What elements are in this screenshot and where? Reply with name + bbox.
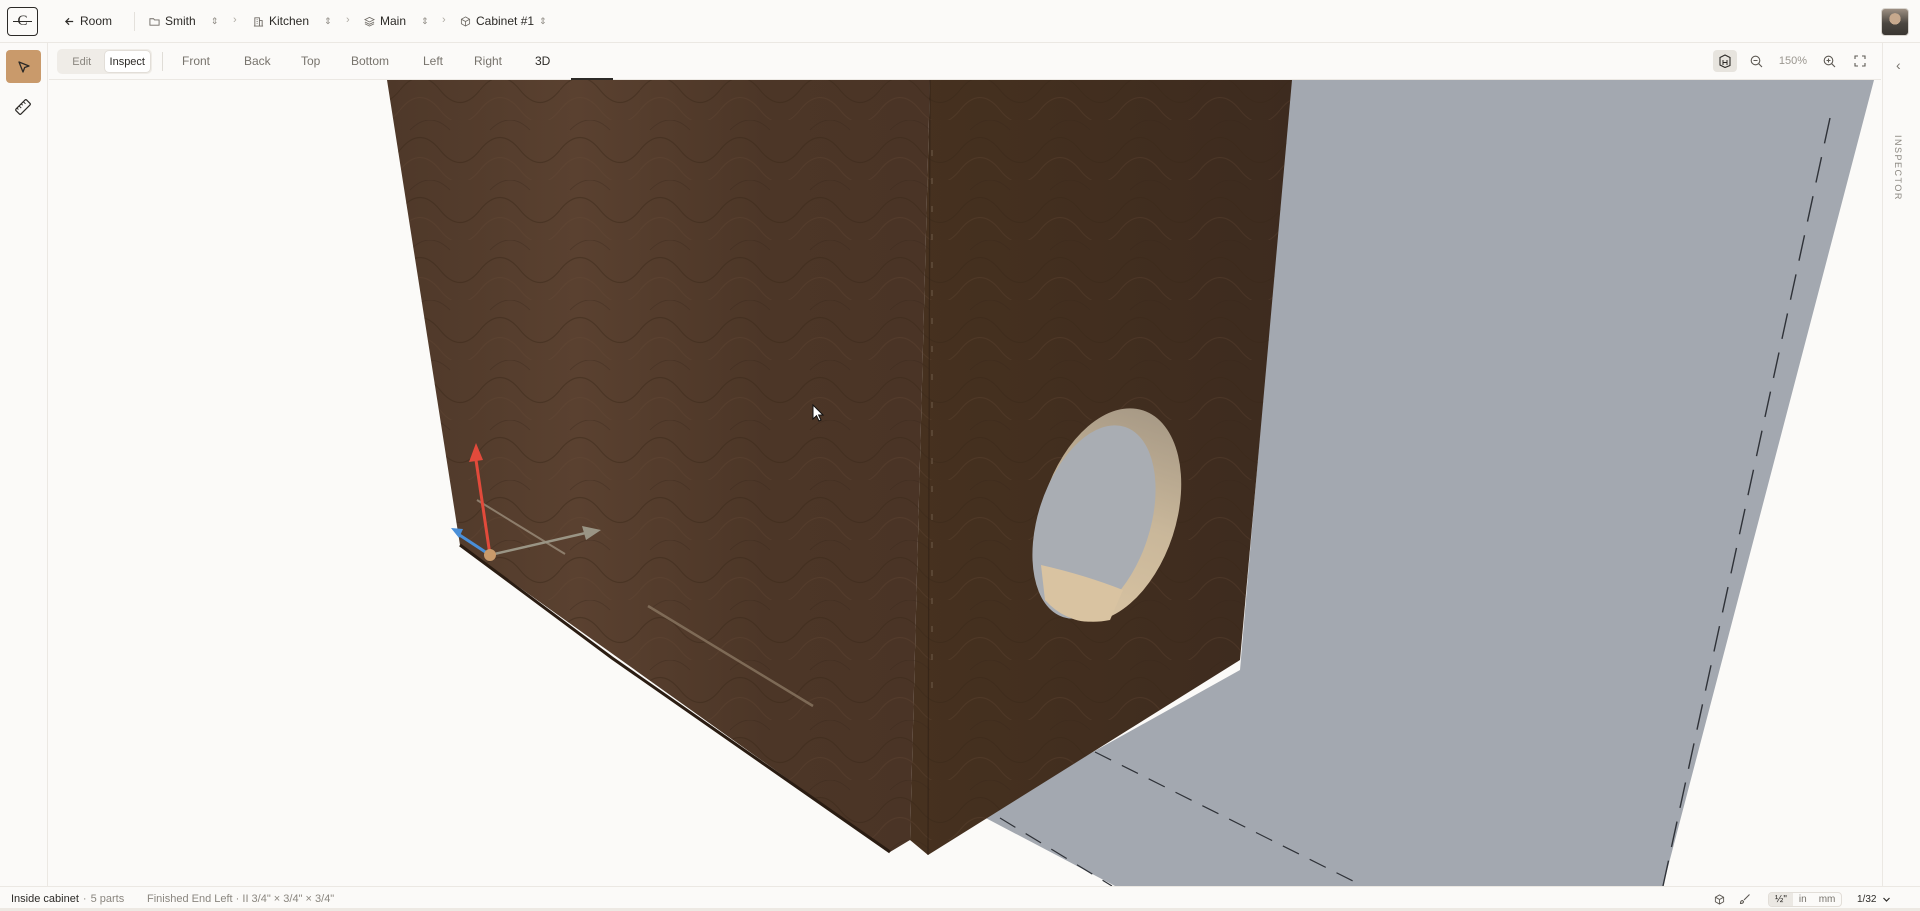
cabinet-view-button[interactable]	[1713, 50, 1737, 72]
cube-icon	[460, 15, 471, 27]
chevron-updown-icon: ⇕	[539, 16, 547, 26]
breadcrumb-cabinet[interactable]: Cabinet #1 ⇕	[460, 13, 547, 29]
status-bar: Inside cabinet · 5 parts Finished End Le…	[0, 886, 1920, 911]
cabinet-icon	[1719, 54, 1731, 68]
view-left-tab[interactable]: Left	[423, 54, 443, 68]
view-top-tab[interactable]: Top	[301, 54, 320, 68]
tool-rail	[0, 43, 48, 886]
measure-tool-button[interactable]	[15, 99, 31, 115]
precision-value: 1/32	[1857, 893, 1877, 905]
edit-mode-button[interactable]: Edit	[59, 51, 105, 72]
chevron-updown-icon: ⇕	[421, 16, 429, 26]
zoom-out-icon	[1750, 55, 1762, 67]
status-part-count: 5 parts	[90, 893, 125, 905]
inspector-label: INSPECTOR	[1893, 135, 1903, 201]
building-icon	[253, 16, 264, 27]
status-selection: Finished End Left · II 3/4" × 3/4" × 3/4…	[147, 893, 335, 905]
cursor-pointer-icon	[17, 60, 30, 73]
logo-glyph: C	[17, 13, 28, 29]
view-front-tab[interactable]: Front	[182, 54, 210, 68]
cube-icon	[1714, 893, 1725, 905]
3d-viewport[interactable]	[49, 80, 1881, 886]
breadcrumb-layout[interactable]: Main ⇕	[364, 13, 429, 29]
view-3d-tab[interactable]: 3D	[535, 54, 550, 68]
breadcrumb-label: Main	[380, 14, 407, 28]
back-to-room-button[interactable]: Room	[64, 13, 112, 29]
chevron-down-icon	[1883, 897, 1891, 902]
breadcrumb-room[interactable]: Kitchen ⇕	[253, 13, 332, 29]
select-tool-button[interactable]	[6, 50, 41, 83]
inspector-panel-collapsed[interactable]: ‹ INSPECTOR	[1882, 43, 1920, 886]
breadcrumb-separator: ›	[442, 14, 446, 26]
inspect-mode-button[interactable]: Inspect	[104, 51, 150, 72]
paint-brush-icon	[1739, 894, 1750, 905]
3d-scene	[387, 80, 1874, 886]
unit-fraction-option[interactable]: ½"	[1769, 892, 1793, 906]
breadcrumb-separator: ›	[233, 14, 237, 26]
layers-icon	[364, 16, 375, 27]
folder-icon	[149, 17, 160, 26]
arrow-left-icon	[64, 17, 74, 25]
zoom-in-icon	[1823, 55, 1835, 67]
precision-dropdown[interactable]: 1/32	[1857, 890, 1891, 908]
chevron-updown-icon: ⇕	[210, 16, 219, 26]
zoom-level: 150%	[1774, 50, 1812, 72]
divider	[134, 12, 135, 31]
material-button[interactable]	[1739, 890, 1751, 908]
unit-inch-option[interactable]: in	[1793, 893, 1813, 906]
mouse-cursor-icon	[812, 404, 825, 422]
fullscreen-button[interactable]	[1851, 50, 1869, 72]
zoom-out-button[interactable]	[1747, 50, 1765, 72]
user-avatar[interactable]	[1881, 8, 1909, 36]
snap-toggle-button[interactable]	[1714, 890, 1725, 908]
zoom-in-button[interactable]	[1820, 50, 1838, 72]
view-bottom-tab[interactable]: Bottom	[351, 54, 389, 68]
app-logo[interactable]: C	[7, 7, 38, 36]
view-right-tab[interactable]: Right	[474, 54, 502, 68]
view-toolbar: Edit Inspect Front Back Top Bottom Left …	[49, 43, 1881, 80]
chevron-left-icon[interactable]: ‹	[1896, 57, 1901, 73]
unit-selector: ½" in mm	[1768, 890, 1843, 908]
status-separator: ·	[82, 893, 87, 905]
gizmo-origin-handle[interactable]	[484, 549, 496, 561]
ruler-icon	[15, 99, 31, 115]
breadcrumb-label: Kitchen	[269, 14, 310, 28]
breadcrumb-separator: ›	[346, 14, 350, 26]
status-context: Inside cabinet	[11, 893, 79, 905]
breadcrumb-label: Cabinet #1	[476, 14, 535, 28]
zoom-percent: 150%	[1778, 55, 1808, 67]
wood-grain-texture	[387, 80, 930, 852]
unit-mm-option[interactable]: mm	[1813, 893, 1842, 906]
breadcrumb-client[interactable]: Smith ⇕	[149, 13, 218, 29]
top-bar: C Room Smith ⇕ › Kitchen ⇕ › Main ⇕ › Ca…	[0, 0, 1920, 43]
chevron-updown-icon: ⇕	[324, 16, 332, 26]
view-back-tab[interactable]: Back	[244, 54, 271, 68]
back-label: Room	[80, 14, 113, 28]
breadcrumb-label: Smith	[165, 14, 196, 28]
expand-icon	[1854, 55, 1866, 67]
divider	[162, 52, 163, 71]
mode-toggle: Edit Inspect	[57, 49, 152, 74]
